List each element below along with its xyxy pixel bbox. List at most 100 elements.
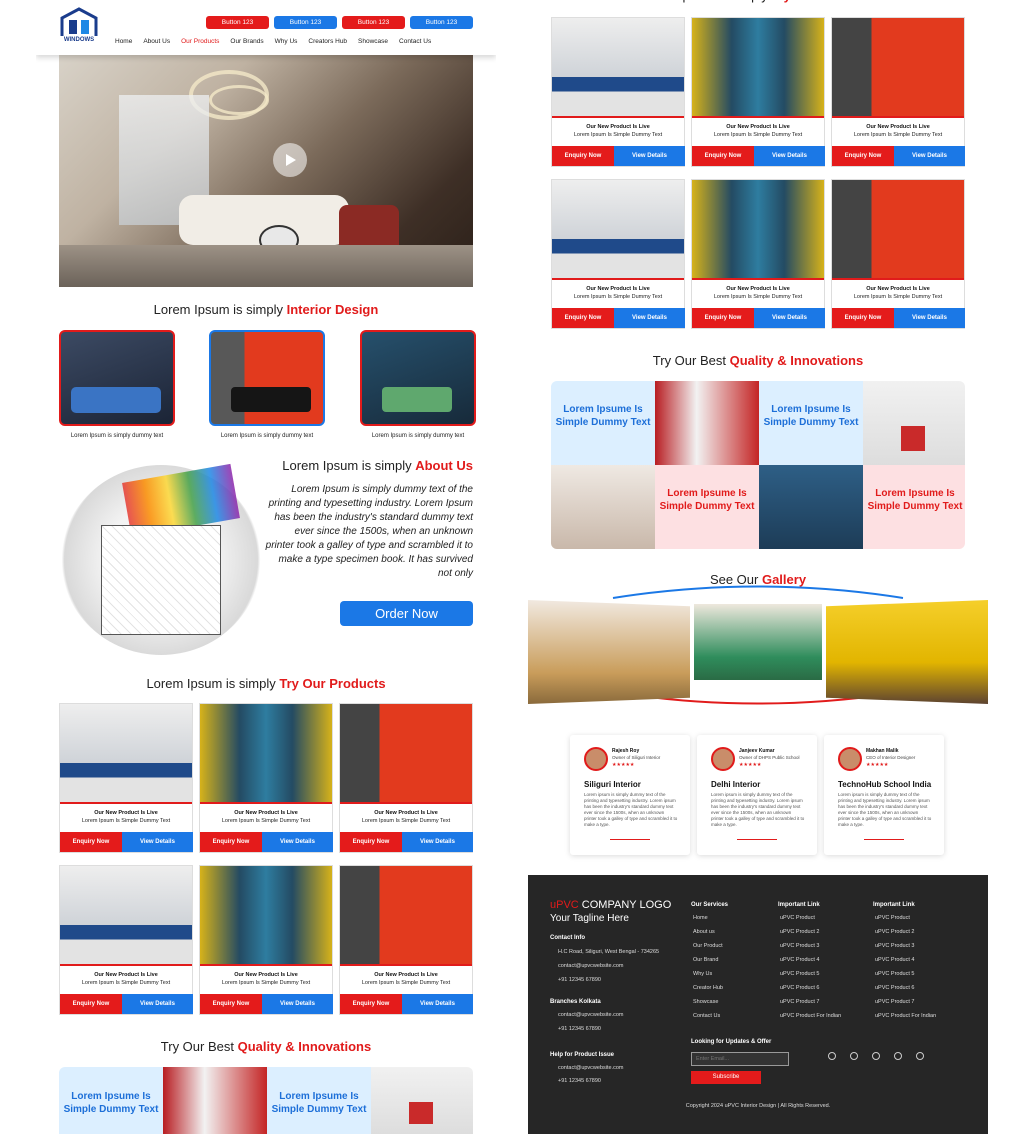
footer-link[interactable]: uPVC Product 5 [875, 971, 914, 977]
footer-branch-phone[interactable]: +91 12345 67890 [558, 1026, 601, 1032]
quality-tile-1[interactable]: Lorem Ipsume Is Simple Dummy Text [59, 1067, 163, 1134]
product-image[interactable] [552, 180, 684, 280]
enquiry-now-button[interactable]: Enquiry Now [692, 146, 754, 166]
footer-link[interactable]: uPVC Product 2 [875, 929, 914, 935]
footer-link[interactable]: Why Us [693, 971, 712, 977]
footer-link[interactable]: uPVC Product 4 [780, 957, 819, 963]
gallery-image-1[interactable] [528, 600, 690, 704]
instagram-icon[interactable] [850, 1052, 858, 1060]
play-button[interactable] [273, 143, 307, 177]
view-details-button[interactable]: View Details [894, 308, 965, 328]
enquiry-now-button[interactable]: Enquiry Now [832, 308, 894, 328]
product-image[interactable] [832, 180, 964, 280]
nav-about[interactable]: About Us [143, 38, 170, 45]
enquiry-now-button[interactable]: Enquiry Now [552, 308, 614, 328]
footer-link[interactable]: uPVC Product [875, 915, 910, 921]
footer-link[interactable]: uPVC Product 2 [780, 929, 819, 935]
footer-branch-email[interactable]: contact@upvcwebsite.com [558, 1012, 624, 1018]
enquiry-now-button[interactable]: Enquiry Now [832, 146, 894, 166]
gallery-image-3[interactable] [826, 600, 988, 704]
product-image[interactable] [692, 18, 824, 118]
quality-r-tile-2[interactable]: Lorem Ipsume Is Simple Dummy Text [759, 381, 863, 465]
twitter-icon[interactable] [872, 1052, 880, 1060]
footer-email-input[interactable] [691, 1052, 789, 1066]
interior-image-1[interactable] [59, 330, 175, 426]
footer-email[interactable]: contact@upvcwebsite.com [558, 963, 624, 969]
footer-link[interactable]: uPVC Product 5 [780, 971, 819, 977]
quality-r-tile-1[interactable]: Lorem Ipsume Is Simple Dummy Text [551, 381, 655, 465]
nav-home[interactable]: Home [115, 38, 132, 45]
quality-r-tile-3[interactable]: Lorem Ipsume Is Simple Dummy Text [655, 465, 759, 549]
header-button-2[interactable]: Button 123 [274, 16, 337, 29]
enquiry-now-button[interactable]: Enquiry Now [692, 308, 754, 328]
view-details-button[interactable]: View Details [614, 308, 685, 328]
footer-link[interactable]: uPVC Product 6 [780, 985, 819, 991]
product-image[interactable] [60, 704, 192, 804]
product-image[interactable] [340, 704, 472, 804]
footer-link[interactable]: Our Brand [693, 957, 718, 963]
footer-help-email[interactable]: contact@upvcwebsite.com [558, 1065, 624, 1071]
footer-link[interactable]: uPVC Product 7 [780, 999, 819, 1005]
product-image[interactable] [832, 18, 964, 118]
view-details-button[interactable]: View Details [262, 832, 333, 852]
footer-link[interactable]: About us [693, 929, 715, 935]
footer-link[interactable]: Our Product [693, 943, 723, 949]
view-details-button[interactable]: View Details [754, 308, 825, 328]
youtube-icon[interactable] [916, 1052, 924, 1060]
nav-why-us[interactable]: Why Us [275, 38, 298, 45]
nav-contact[interactable]: Contact Us [399, 38, 431, 45]
header-button-4[interactable]: Button 123 [410, 16, 473, 29]
quality-r-image-3[interactable] [551, 465, 655, 549]
footer-link[interactable]: Contact Us [693, 1013, 720, 1019]
product-image[interactable] [200, 866, 332, 966]
footer-link[interactable]: Showcase [693, 999, 718, 1005]
footer-link[interactable]: Home [693, 915, 708, 921]
nav-showcase[interactable]: Showcase [358, 38, 388, 45]
enquiry-now-button[interactable]: Enquiry Now [340, 994, 402, 1014]
quality-r-image-2[interactable] [863, 381, 965, 465]
quality-tile-2[interactable]: Lorem Ipsume Is Simple Dummy Text [267, 1067, 371, 1134]
product-image[interactable] [552, 18, 684, 118]
interior-image-2[interactable] [209, 330, 325, 426]
view-details-button[interactable]: View Details [262, 994, 333, 1014]
product-image[interactable] [200, 704, 332, 804]
footer-link[interactable]: uPVC Product 6 [875, 985, 914, 991]
facebook-icon[interactable] [828, 1052, 836, 1060]
gallery-image-2[interactable] [694, 604, 822, 680]
interior-image-3[interactable] [360, 330, 476, 426]
enquiry-now-button[interactable]: Enquiry Now [200, 994, 262, 1014]
linkedin-icon[interactable] [894, 1052, 902, 1060]
view-details-button[interactable]: View Details [614, 146, 685, 166]
header-button-1[interactable]: Button 123 [206, 16, 269, 29]
footer-link[interactable]: uPVC Product 3 [780, 943, 819, 949]
footer-link[interactable]: uPVC Product For Indian [875, 1013, 936, 1019]
quality-r-image-1[interactable] [655, 381, 759, 465]
footer-link[interactable]: uPVC Product For Indian [780, 1013, 841, 1019]
hero-video[interactable] [59, 55, 473, 287]
order-now-button[interactable]: Order Now [340, 601, 473, 626]
footer-link[interactable]: uPVC Product [780, 915, 815, 921]
footer-link[interactable]: uPVC Product 3 [875, 943, 914, 949]
enquiry-now-button[interactable]: Enquiry Now [200, 832, 262, 852]
product-image[interactable] [340, 866, 472, 966]
product-image[interactable] [692, 180, 824, 280]
footer-help-phone[interactable]: +91 12345 67890 [558, 1078, 601, 1084]
nav-brands[interactable]: Our Brands [230, 38, 263, 45]
enquiry-now-button[interactable]: Enquiry Now [60, 832, 122, 852]
view-details-button[interactable]: View Details [122, 994, 193, 1014]
header-button-3[interactable]: Button 123 [342, 16, 405, 29]
product-image[interactable] [60, 866, 192, 966]
view-details-button[interactable]: View Details [402, 994, 473, 1014]
quality-image-2[interactable] [371, 1067, 473, 1134]
footer-phone[interactable]: +91 12345 67890 [558, 977, 601, 983]
quality-r-image-4[interactable] [759, 465, 863, 549]
nav-creators-hub[interactable]: Creators Hub [308, 38, 347, 45]
footer-link[interactable]: uPVC Product 7 [875, 999, 914, 1005]
footer-link[interactable]: uPVC Product 4 [875, 957, 914, 963]
view-details-button[interactable]: View Details [754, 146, 825, 166]
quality-image-1[interactable] [163, 1067, 267, 1134]
footer-link[interactable]: Creator Hub [693, 985, 723, 991]
subscribe-button[interactable]: Subscribe [691, 1071, 761, 1084]
quality-r-tile-4[interactable]: Lorem Ipsume Is Simple Dummy Text [863, 465, 965, 549]
view-details-button[interactable]: View Details [402, 832, 473, 852]
